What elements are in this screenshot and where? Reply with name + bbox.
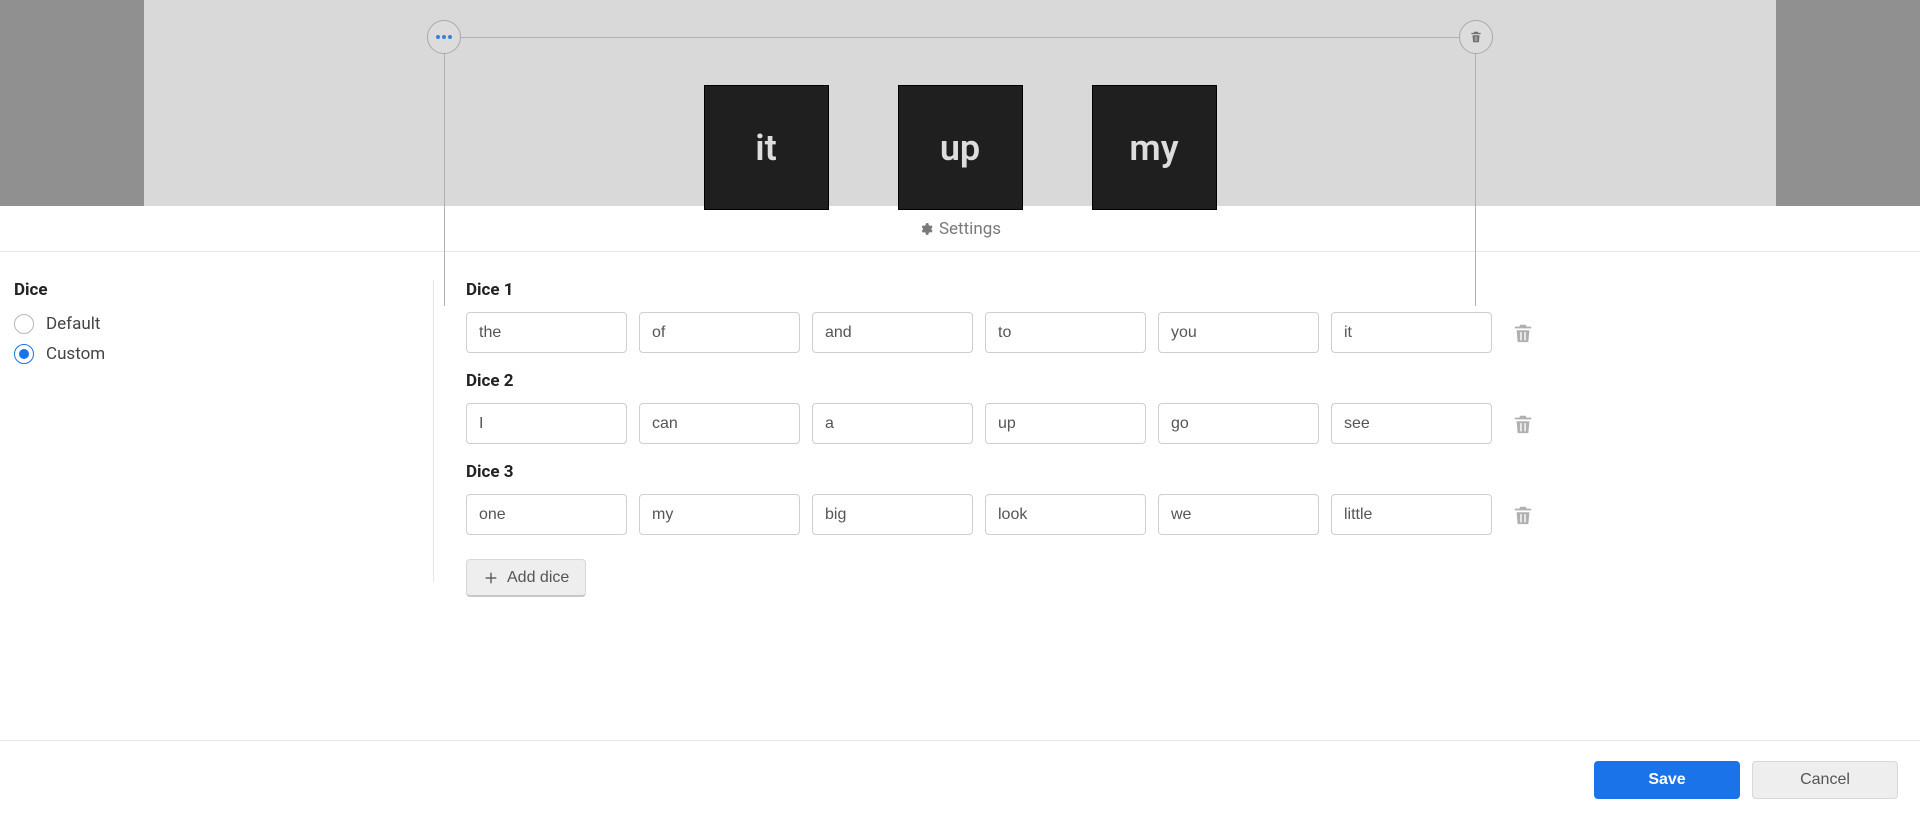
dice-3-face-1-input[interactable] (466, 494, 627, 535)
dice-3-faces (466, 494, 1906, 535)
preview-canvas: it up my (144, 0, 1776, 206)
preview-area: it up my (0, 0, 1920, 206)
dice-2-face-1-input[interactable] (466, 403, 627, 444)
preview-die-3: my (1092, 85, 1217, 210)
plus-icon (483, 570, 499, 586)
radio-default-label: Default (46, 314, 100, 334)
dice-group-2: Dice 2 (466, 371, 1906, 444)
radio-default[interactable]: Default (14, 314, 423, 334)
radio-custom-label: Custom (46, 344, 105, 364)
dice-3-face-4-input[interactable] (985, 494, 1146, 535)
add-dice-button[interactable]: Add dice (466, 559, 586, 597)
card-options-button[interactable] (427, 20, 461, 54)
dice-1-face-6-input[interactable] (1331, 312, 1492, 353)
dice-2-face-3-input[interactable] (812, 403, 973, 444)
dice-2-delete-button[interactable] (1512, 413, 1534, 435)
dice-1-face-2-input[interactable] (639, 312, 800, 353)
dice-3-face-3-input[interactable] (812, 494, 973, 535)
footer-bar: Save Cancel (0, 740, 1920, 818)
dice-1-face-4-input[interactable] (985, 312, 1146, 353)
settings-sidebar: Dice Default Custom (14, 280, 434, 582)
card-delete-button[interactable] (1459, 20, 1493, 54)
dice-1-faces (466, 312, 1906, 353)
radio-circle-icon (14, 314, 34, 334)
dice-3-face-6-input[interactable] (1331, 494, 1492, 535)
dice-2-face-6-input[interactable] (1331, 403, 1492, 444)
cancel-button[interactable]: Cancel (1752, 761, 1898, 799)
dice-3-delete-button[interactable] (1512, 504, 1534, 526)
dice-2-title: Dice 2 (466, 371, 1906, 391)
save-button[interactable]: Save (1594, 761, 1740, 799)
dice-3-face-5-input[interactable] (1158, 494, 1319, 535)
dice-2-face-4-input[interactable] (985, 403, 1146, 444)
radio-circle-selected-icon (14, 344, 34, 364)
dice-2-face-5-input[interactable] (1158, 403, 1319, 444)
dice-3-face-2-input[interactable] (639, 494, 800, 535)
preview-card: it up my (444, 0, 1476, 206)
dice-1-face-1-input[interactable] (466, 312, 627, 353)
preview-die-1: it (704, 85, 829, 210)
preview-dice-row: it up my (444, 85, 1476, 210)
dice-1-face-5-input[interactable] (1158, 312, 1319, 353)
dice-section-title: Dice (14, 280, 423, 300)
trash-icon (1469, 30, 1483, 44)
ellipsis-icon (436, 35, 452, 39)
dice-2-face-2-input[interactable] (639, 403, 800, 444)
dice-config: Dice 1 Dice 2 (434, 280, 1906, 582)
dice-2-faces (466, 403, 1906, 444)
radio-custom[interactable]: Custom (14, 344, 423, 364)
add-dice-label: Add dice (507, 569, 569, 587)
dice-3-title: Dice 3 (466, 462, 1906, 482)
dice-1-face-3-input[interactable] (812, 312, 973, 353)
preview-die-2: up (898, 85, 1023, 210)
dice-group-3: Dice 3 (466, 462, 1906, 535)
dice-1-delete-button[interactable] (1512, 322, 1534, 344)
